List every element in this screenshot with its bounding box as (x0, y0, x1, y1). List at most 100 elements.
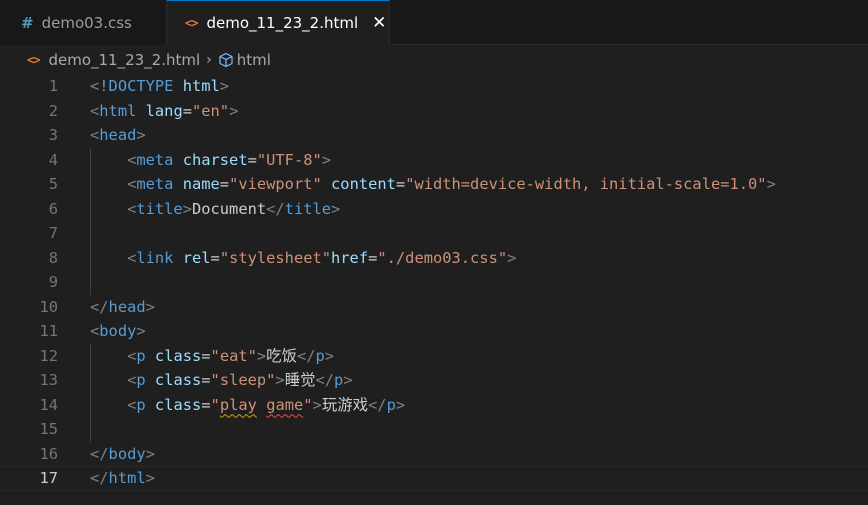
line-number: 17 (39, 469, 58, 487)
code-content: <body> (90, 319, 146, 344)
bracket-token: < (127, 346, 137, 365)
tab-demo03-css[interactable]: # demo03.css (0, 0, 167, 45)
string-token: " (210, 395, 220, 414)
bracket-token: </ (90, 444, 109, 463)
bracket-token: > (395, 395, 406, 414)
bracket-token: < (127, 199, 137, 218)
bracket-token: > (507, 248, 517, 267)
string-token: "viewport" (229, 175, 322, 193)
tab-bar: # demo03.css <> demo_11_23_2.html ✕ (0, 0, 868, 45)
line-number: 15 (39, 420, 58, 438)
code-line[interactable]: 17 </html> (0, 466, 868, 491)
code-line[interactable]: 10 </head> (0, 295, 868, 320)
attribute-token: rel (182, 248, 211, 267)
text-token: Document (191, 199, 267, 218)
code-line[interactable]: 7 (0, 221, 868, 246)
tag-token: p (386, 395, 396, 414)
equals-token: = (247, 150, 257, 169)
breadcrumb-symbol[interactable]: html (237, 51, 271, 69)
bracket-token: < (127, 395, 137, 414)
bracket-token: > (182, 199, 192, 218)
equals-token: = (201, 395, 211, 414)
code-line[interactable]: 13 <p class="sleep">睡觉</p> (0, 368, 868, 393)
bracket-token: < (90, 126, 100, 144)
bracket-token: < (90, 77, 100, 95)
bracket-token: > (145, 469, 155, 487)
error-token: game (266, 395, 304, 414)
tag-token: html (108, 469, 146, 487)
attribute-token: content (331, 175, 396, 193)
attribute-token: class (154, 346, 202, 365)
code-line[interactable]: 4 <meta charset="UTF-8"> (0, 148, 868, 173)
warning-token: play (219, 395, 257, 414)
tab-demo-11-23-2-html[interactable]: <> demo_11_23_2.html ✕ (167, 0, 390, 45)
bracket-token: < (90, 101, 100, 120)
bracket-token: > (145, 297, 155, 316)
string-token: "eat" (210, 346, 257, 365)
bracket-token: > (229, 101, 239, 120)
line-number: 12 (39, 346, 58, 365)
bracket-token: </ (315, 371, 335, 389)
bracket-token: </ (266, 199, 285, 218)
line-number: 1 (48, 77, 58, 95)
code-content: <html lang="en"> (90, 99, 238, 124)
bracket-token: > (136, 126, 146, 144)
string-token: "./demo03.css" (377, 248, 508, 267)
code-content: </body> (90, 442, 155, 467)
code-line[interactable]: 15 (0, 417, 868, 442)
css-hash-icon: # (21, 13, 34, 32)
code-line[interactable]: 8 <link rel="stylesheet"href="./demo03.c… (0, 246, 868, 271)
string-token: "stylesheet" (219, 248, 332, 267)
line-number: 2 (48, 101, 58, 120)
code-line[interactable]: 5 <meta name="viewport" content="width=d… (0, 172, 868, 197)
code-line[interactable]: 2 <html lang="en"> (0, 99, 868, 124)
code-content: <head> (90, 123, 146, 148)
close-icon[interactable]: ✕ (372, 14, 386, 32)
code-line[interactable]: 1 <!DOCTYPE html> (0, 74, 868, 99)
bracket-token: > (256, 346, 267, 365)
code-line[interactable]: 16 </body> (0, 442, 868, 467)
breadcrumb-file[interactable]: demo_11_23_2.html (48, 51, 200, 69)
tag-token: !DOCTYPE (99, 77, 174, 95)
bracket-token: > (219, 77, 230, 95)
tag-token: p (136, 371, 146, 389)
code-editor[interactable]: 1 <!DOCTYPE html> 2 <html lang="en"> 3 <head>… (0, 74, 868, 505)
code-line[interactable]: 6 <title>Document</title> (0, 197, 868, 222)
code-line[interactable]: 14 <p class="play game">玩游戏</p> (0, 393, 868, 418)
code-content: </head> (90, 295, 155, 320)
equals-token: = (395, 175, 406, 193)
line-number: 16 (39, 444, 58, 463)
tag-token: link (136, 248, 174, 267)
attribute-token: lang (145, 101, 183, 120)
code-line[interactable]: 3 <head> (0, 123, 868, 148)
tag-token: p (136, 395, 146, 414)
attribute-token: html (182, 77, 220, 95)
tag-token: meta (136, 175, 174, 193)
bracket-token: > (321, 150, 332, 169)
html-icon: <> (185, 16, 198, 30)
code-line[interactable]: 11 <body> (0, 319, 868, 344)
code-line[interactable]: 12 <p class="eat">吃饭</p> (0, 344, 868, 369)
tag-token: title (136, 199, 183, 218)
tag-token: title (284, 199, 332, 218)
equals-token: = (219, 175, 230, 193)
tag-token: html (99, 101, 137, 120)
equals-token: = (201, 346, 211, 365)
bracket-token: > (136, 322, 146, 340)
code-line[interactable]: 9 (0, 270, 868, 295)
bracket-token: < (127, 371, 137, 389)
tag-token: p (136, 346, 146, 365)
bracket-token: > (331, 199, 341, 218)
line-number: 9 (48, 273, 58, 291)
tab-label: demo_11_23_2.html (206, 14, 359, 32)
